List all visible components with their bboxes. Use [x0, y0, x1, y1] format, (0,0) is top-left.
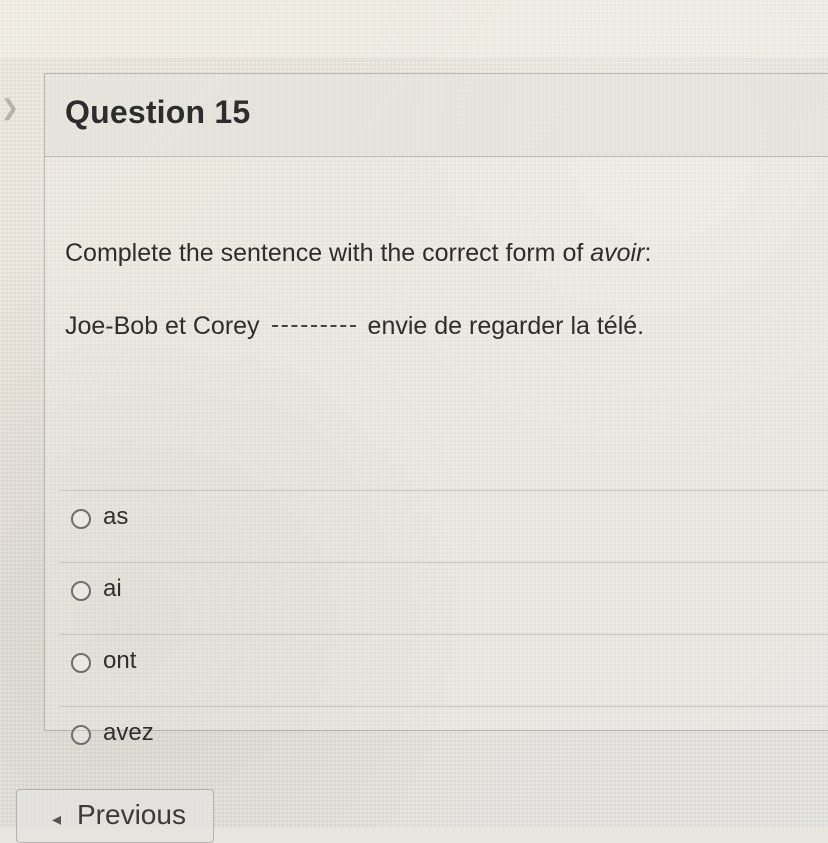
question-card: Question 15 Complete the sentence with t… [44, 73, 828, 746]
answer-list: as ai ont avez [59, 490, 828, 778]
instruction-emphasis: avoir [590, 239, 645, 267]
previous-button-label: Previous [77, 799, 186, 830]
left-caret-icon: ◂ [52, 809, 62, 829]
answer-label[interactable]: ont [103, 647, 136, 675]
instruction-prefix: Complete the sentence with the correct f… [65, 239, 591, 267]
radio-button[interactable] [71, 725, 91, 745]
sentence-text: Joe-Bob et Corey envie de regarder la tél… [65, 312, 644, 341]
sentence-prefix: Joe-Bob et Corey [65, 312, 260, 340]
instruction-suffix: : [644, 239, 652, 267]
previous-button[interactable]: ◂ Previous [16, 789, 214, 843]
instruction-text: Complete the sentence with the correct f… [65, 239, 651, 268]
answer-label[interactable]: avez [103, 719, 154, 747]
answer-label[interactable]: ai [103, 575, 122, 603]
sentence-suffix: envie de regarder la télé. [367, 312, 645, 340]
question-title: Question 15 [65, 94, 251, 130]
radio-button[interactable] [71, 653, 91, 673]
question-header: Question 15 [45, 74, 828, 157]
answer-option-ont[interactable]: ont [59, 634, 828, 706]
chevron-right-icon[interactable]: ❯ [0, 90, 28, 126]
top-strip [0, 0, 828, 59]
radio-button[interactable] [71, 509, 91, 529]
answer-option-ai[interactable]: ai [59, 562, 828, 634]
sentence-blank [271, 325, 356, 327]
answer-option-as[interactable]: as [59, 490, 828, 562]
answer-label[interactable]: as [103, 503, 128, 531]
answer-option-avez[interactable]: avez [59, 706, 828, 778]
radio-button[interactable] [71, 581, 91, 601]
